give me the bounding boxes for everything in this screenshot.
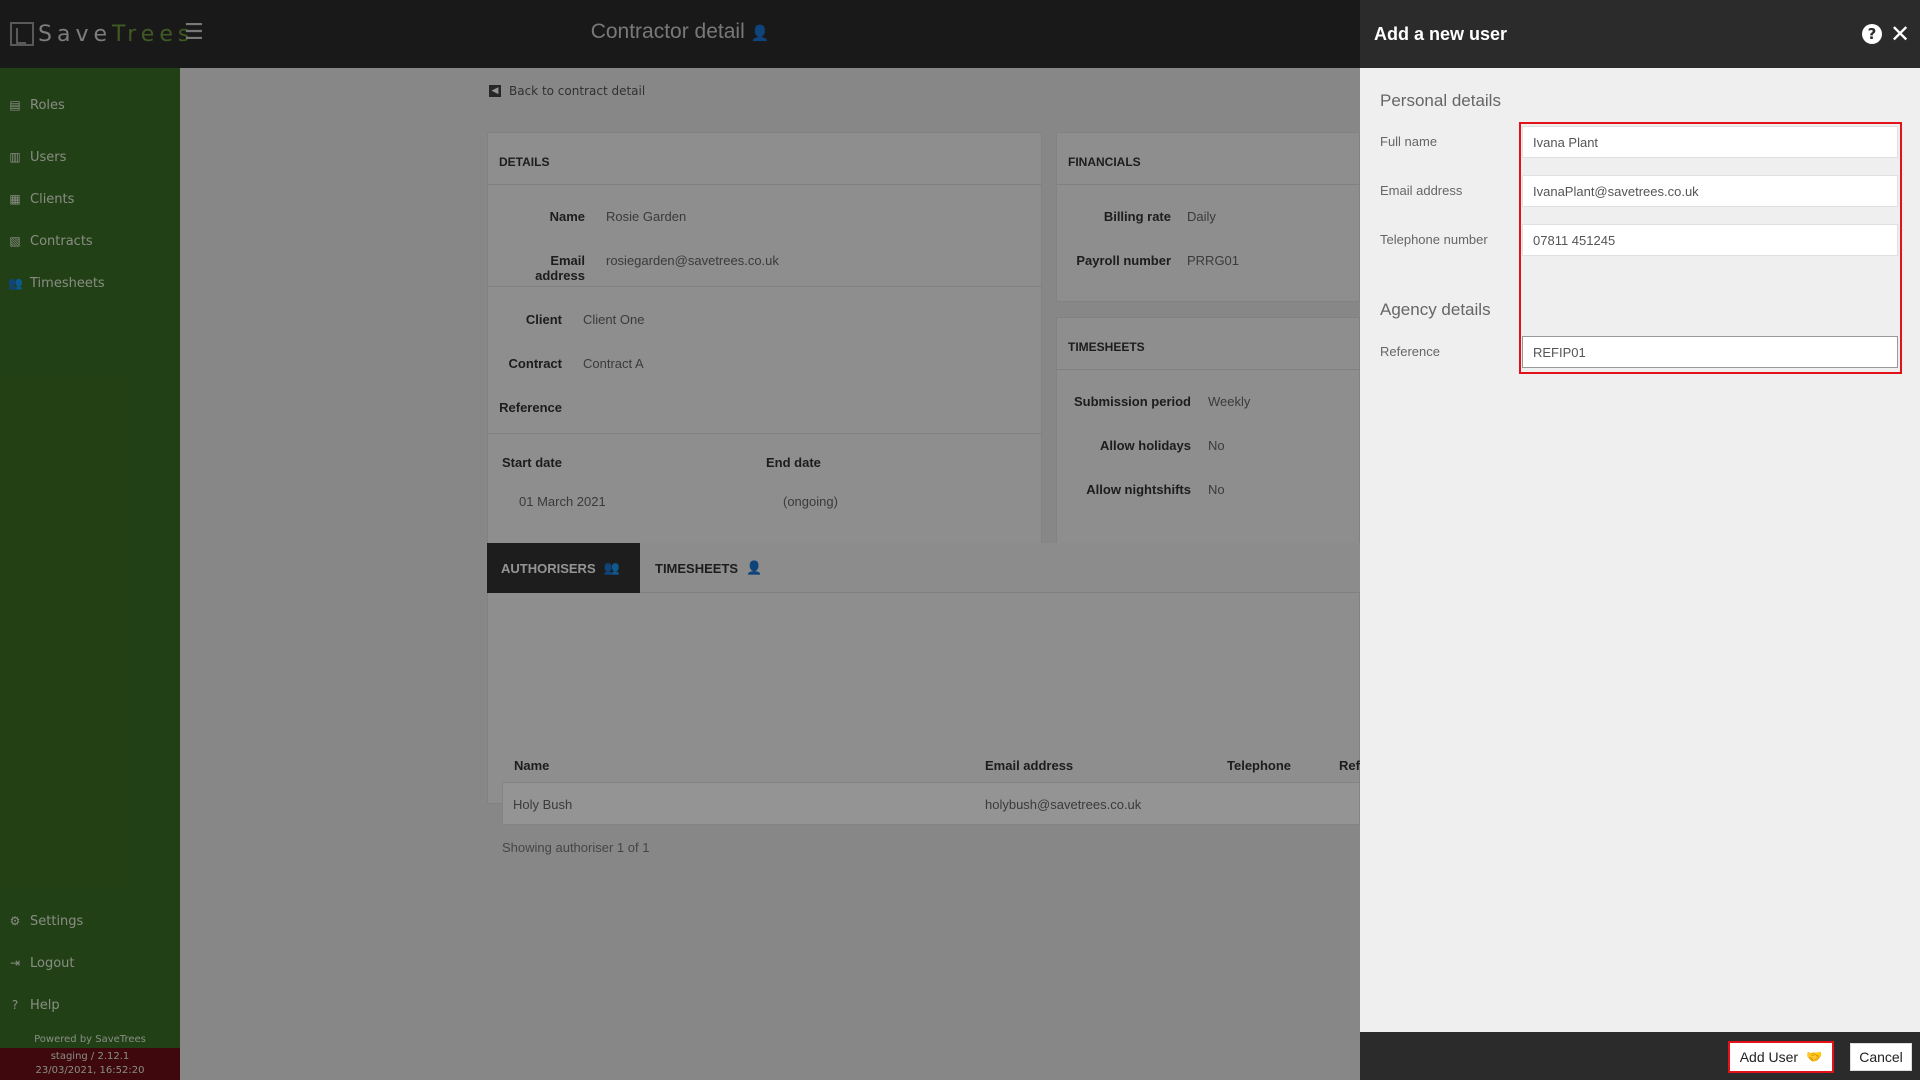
email-address-label: Email address	[1380, 183, 1463, 198]
telephone-number-input[interactable]	[1522, 224, 1898, 256]
full-name-input[interactable]	[1522, 126, 1898, 158]
email-address-input[interactable]	[1522, 175, 1898, 207]
cancel-button-label: Cancel	[1859, 1049, 1903, 1065]
panel-header: Add a new user ? ✕	[1360, 0, 1920, 68]
cancel-button[interactable]: Cancel	[1850, 1043, 1912, 1071]
telephone-number-label: Telephone number	[1380, 232, 1488, 247]
add-user-button[interactable]: Add User 🤝	[1728, 1041, 1834, 1073]
help-icon[interactable]: ?	[1862, 24, 1882, 44]
close-icon[interactable]: ✕	[1890, 20, 1910, 48]
handshake-icon: 🤝	[1806, 1049, 1823, 1064]
full-name-label: Full name	[1380, 134, 1438, 149]
agency-details-title: Agency details	[1380, 300, 1491, 319]
modal-backdrop[interactable]	[0, 0, 1360, 1080]
personal-details-title: Personal details	[1380, 91, 1501, 110]
reference-input[interactable]	[1522, 336, 1898, 368]
add-user-button-label: Add User	[1739, 1049, 1799, 1065]
reference-label: Reference	[1380, 344, 1440, 359]
panel-title: Add a new user	[1374, 24, 1508, 44]
panel-footer	[1360, 1032, 1920, 1080]
add-user-panel: Add a new user ? ✕ Personal details Full…	[1360, 0, 1920, 1080]
